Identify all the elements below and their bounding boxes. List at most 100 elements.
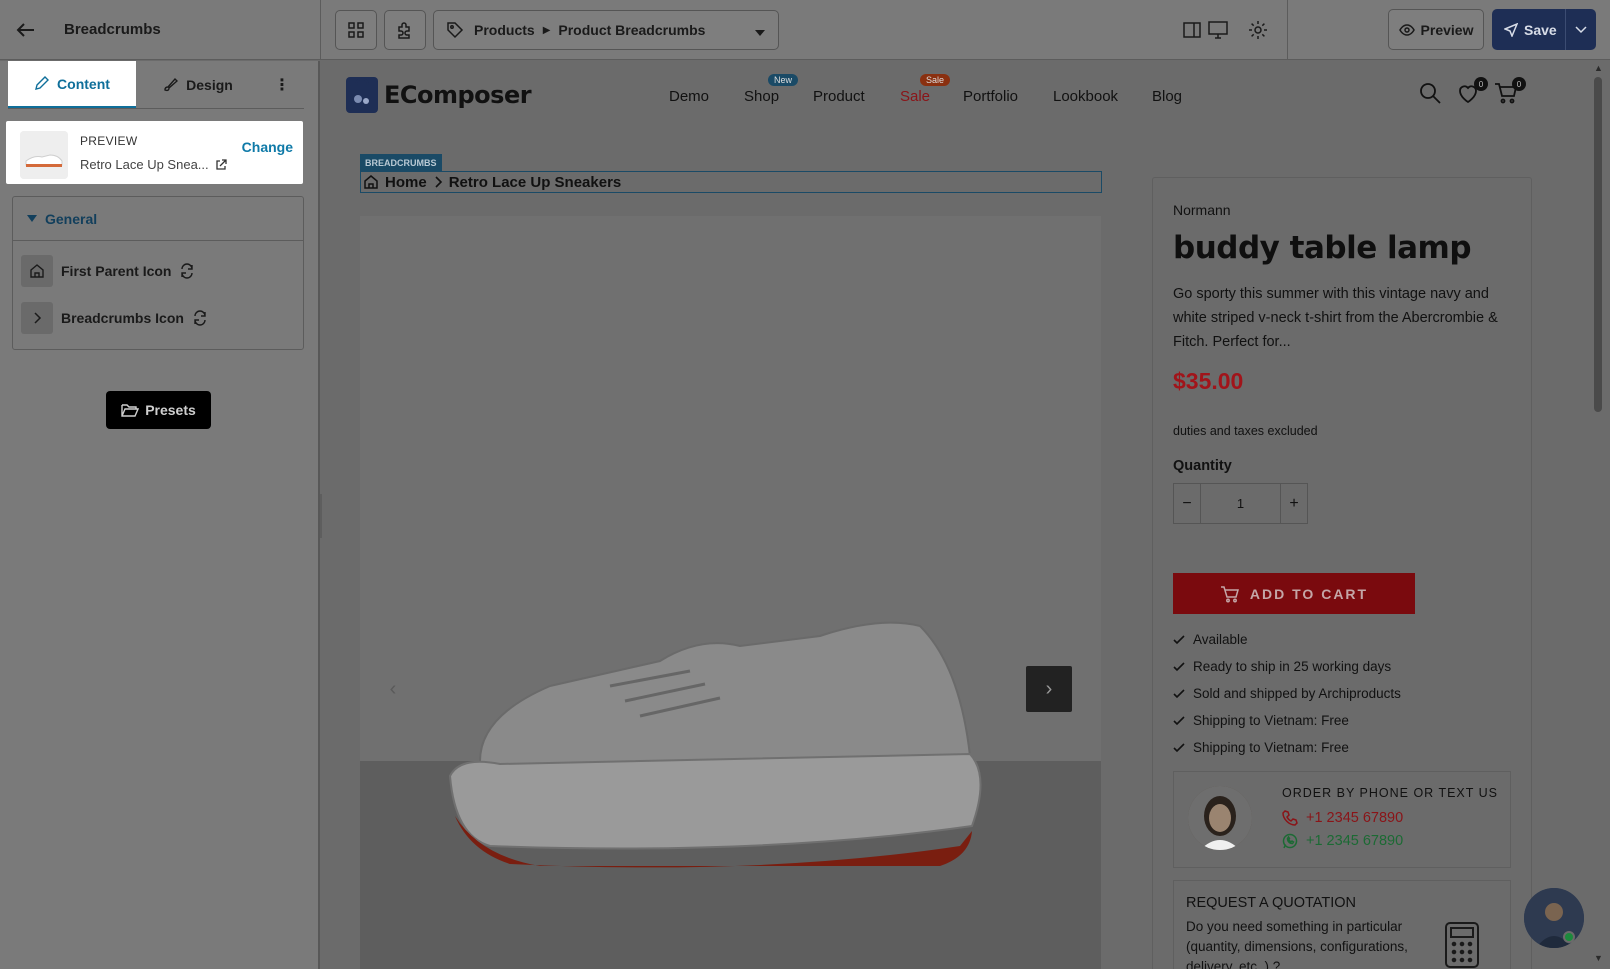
request-quotation-box: REQUEST A QUOTATION Do you need somethin… <box>1173 880 1511 969</box>
preview-button[interactable]: Preview <box>1388 9 1484 50</box>
wishlist-heart-icon[interactable]: 0 <box>1456 77 1488 107</box>
nav-lookbook[interactable]: Lookbook <box>1053 88 1118 105</box>
tab-content-label: Content <box>57 75 110 92</box>
calculator-icon <box>1444 921 1480 969</box>
chat-support-avatar[interactable] <box>1524 888 1584 948</box>
cart-icon[interactable]: 0 <box>1494 77 1526 107</box>
brush-icon <box>164 77 179 92</box>
nav-sale[interactable]: Sale Sale <box>900 74 951 105</box>
divider <box>320 0 321 60</box>
presets-button[interactable]: Presets <box>106 391 211 429</box>
breadcrumbs-element-tag: BREADCRUMBS <box>360 154 442 172</box>
sidebar-toggle-icon[interactable] <box>1180 18 1204 42</box>
first-parent-icon-setting[interactable]: First Parent Icon <box>21 255 195 287</box>
selector-parent: Products <box>474 22 535 38</box>
breadcrumb-home[interactable]: Home <box>385 174 427 191</box>
list-item: Available <box>1173 626 1401 653</box>
extensions-button[interactable] <box>384 10 426 50</box>
general-heading: General <box>45 210 98 227</box>
preview-product-card: PREVIEW Retro Lace Up Snea... Change <box>6 121 303 184</box>
sneaker-photo <box>360 216 1101 969</box>
add-to-cart-button[interactable]: ADD TO CART <box>1173 573 1415 614</box>
quantity-label: Quantity <box>1173 458 1232 474</box>
grid-icon <box>348 22 364 38</box>
top-bar: Breadcrumbs Products ▶ Product Breadcrum… <box>0 0 1610 60</box>
settings-gear-icon[interactable] <box>1246 18 1270 42</box>
page-selector[interactable]: Products ▶ Product Breadcrumbs <box>433 10 779 50</box>
scroll-up-icon[interactable]: ▲ <box>1594 63 1603 73</box>
external-link-icon[interactable] <box>215 158 227 171</box>
grid-layout-button[interactable] <box>335 10 377 50</box>
check-icon <box>1173 634 1185 644</box>
sale-badge: Sale <box>920 74 951 86</box>
tab-design[interactable]: Design <box>136 61 260 108</box>
save-button[interactable]: Save <box>1492 9 1596 50</box>
phone-link[interactable]: +1 2345 67890 <box>1282 810 1403 826</box>
image-prev-arrow[interactable]: ‹ <box>370 666 416 712</box>
quantity-stepper: − 1 + <box>1173 483 1308 524</box>
scroll-down-icon[interactable]: ▼ <box>1594 953 1603 963</box>
logo-text: EComposer <box>384 81 532 109</box>
nav-portfolio[interactable]: Portfolio <box>963 88 1018 105</box>
desktop-view-icon[interactable] <box>1206 18 1230 42</box>
list-item: Ready to ship in 25 working days <box>1173 653 1401 680</box>
preview-label: Preview <box>1420 21 1474 38</box>
quantity-input[interactable]: 1 <box>1200 484 1281 523</box>
breadcrumbs-icon-setting[interactable]: Breadcrumbs Icon <box>21 302 208 334</box>
page-title: Breadcrumbs <box>64 21 161 38</box>
nav-shop-label: Shop <box>744 88 780 105</box>
save-options-chevron-icon[interactable] <box>1566 25 1596 34</box>
quotation-title: REQUEST A QUOTATION <box>1186 895 1356 911</box>
order-box-title: ORDER BY PHONE OR TEXT US <box>1282 786 1499 800</box>
quantity-increase-button[interactable]: + <box>1281 484 1307 523</box>
change-product-link[interactable]: Change <box>242 139 293 155</box>
order-by-phone-box: ORDER BY PHONE OR TEXT US +1 2345 67890 … <box>1173 771 1511 868</box>
quantity-decrease-button[interactable]: − <box>1174 484 1200 523</box>
chevron-right-icon[interactable] <box>21 302 53 334</box>
tax-note: duties and taxes excluded <box>1173 424 1318 438</box>
nav-blog[interactable]: Blog <box>1152 88 1182 105</box>
canvas-scrollbar[interactable]: ▲ ▼ <box>1588 61 1610 969</box>
nav-sale-label: Sale <box>900 88 931 105</box>
caret-right-icon: ▶ <box>542 24 551 36</box>
chevron-down-icon <box>754 25 766 41</box>
scrollbar-thumb[interactable] <box>1594 77 1602 412</box>
eye-icon <box>1398 23 1415 36</box>
pencil-icon <box>35 76 50 90</box>
nav-shop[interactable]: Shop New <box>744 74 799 105</box>
site-logo[interactable]: EComposer <box>346 77 532 113</box>
breadcrumb-current: Retro Lace Up Sneakers <box>448 173 622 191</box>
search-icon[interactable] <box>1418 81 1444 107</box>
nav-demo[interactable]: Demo <box>669 88 709 105</box>
feature-text: Ready to ship in 25 working days <box>1193 659 1392 674</box>
back-arrow-icon[interactable] <box>14 18 38 42</box>
refresh-icon[interactable] <box>192 310 208 326</box>
feature-text: Shipping to Vietnam: Free <box>1193 740 1349 755</box>
sidebar-tabs: Content Design ⋮ <box>8 61 304 109</box>
divider <box>1287 0 1288 60</box>
general-section-header[interactable]: General <box>13 197 303 241</box>
preview-product-name-text: Retro Lace Up Snea... <box>80 157 209 172</box>
product-vendor[interactable]: Normann <box>1173 202 1231 218</box>
image-next-arrow[interactable]: › <box>1026 666 1072 712</box>
tab-design-label: Design <box>186 76 233 93</box>
caret-down-icon <box>27 214 37 222</box>
product-thumbnail <box>20 131 68 179</box>
editor-canvas: EComposer Demo Shop New Product Sale Sal… <box>322 61 1588 969</box>
more-vertical-icon[interactable]: ⋮ <box>274 75 290 95</box>
home-icon[interactable] <box>21 255 53 287</box>
preview-product-name: Retro Lace Up Snea... <box>80 157 227 172</box>
nav-product[interactable]: Product <box>813 88 865 105</box>
feature-text: Shipping to Vietnam: Free <box>1193 713 1349 728</box>
whatsapp-link[interactable]: +1 2345 67890 <box>1282 833 1403 849</box>
preview-label: PREVIEW <box>80 134 138 148</box>
cart-icon <box>1220 585 1239 602</box>
check-icon <box>1173 742 1185 752</box>
folder-open-icon <box>121 404 140 417</box>
new-badge: New <box>768 74 799 86</box>
refresh-icon[interactable] <box>179 263 195 279</box>
breadcrumb[interactable]: Home Retro Lace Up Sneakers <box>360 171 1102 193</box>
list-item: Shipping to Vietnam: Free <box>1173 734 1401 761</box>
check-icon <box>1173 688 1185 698</box>
tab-content[interactable]: Content <box>8 61 136 108</box>
